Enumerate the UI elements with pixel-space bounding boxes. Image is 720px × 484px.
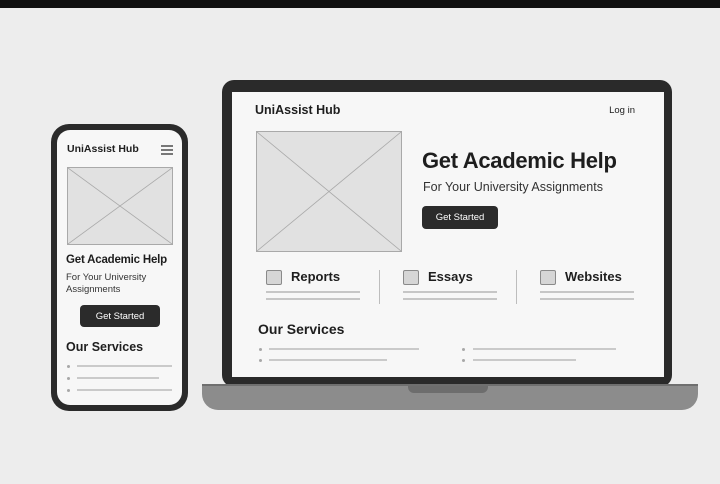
feature-label: Websites	[565, 269, 622, 284]
text-line-placeholder	[266, 298, 360, 300]
text-line-placeholder	[77, 389, 172, 391]
brand-logo[interactable]: UniAssist Hub	[255, 103, 340, 117]
feature-reports[interactable]: Reports	[256, 268, 374, 304]
hero-image-placeholder	[67, 167, 173, 245]
services-heading: Our Services	[66, 340, 144, 354]
hamburger-menu-icon[interactable]	[161, 145, 173, 155]
bullet-icon	[67, 389, 70, 392]
bullet-icon	[67, 377, 70, 380]
hero-subtitle: For Your University Assignments	[423, 180, 603, 194]
text-line-placeholder	[540, 291, 634, 293]
login-link[interactable]: Log in	[609, 105, 635, 116]
text-line-placeholder	[269, 348, 419, 350]
laptop-trackpad-notch	[408, 386, 488, 393]
get-started-button[interactable]: Get Started	[80, 305, 160, 327]
bullet-icon	[259, 348, 262, 351]
websites-icon	[540, 270, 556, 285]
get-started-button[interactable]: Get Started	[422, 206, 498, 229]
feature-websites[interactable]: Websites	[530, 268, 648, 304]
feature-label: Essays	[428, 269, 473, 284]
phone-screen: UniAssist Hub Get Academic Help For Your…	[57, 130, 182, 405]
feature-essays[interactable]: Essays	[393, 268, 511, 304]
bullet-icon	[259, 359, 262, 362]
text-line-placeholder	[269, 359, 387, 361]
text-line-placeholder	[77, 377, 159, 379]
bullet-icon	[67, 365, 70, 368]
text-line-placeholder	[77, 365, 172, 367]
text-line-placeholder	[473, 359, 576, 361]
hero-title: Get Academic Help	[66, 254, 167, 266]
hero-title: Get Academic Help	[422, 148, 617, 173]
text-line-placeholder	[473, 348, 616, 350]
reports-icon	[266, 270, 282, 285]
laptop-screen: UniAssist Hub Log in Get Academic Help F…	[232, 92, 664, 377]
feature-divider	[379, 270, 380, 304]
text-line-placeholder	[266, 291, 360, 293]
text-line-placeholder	[403, 298, 497, 300]
text-line-placeholder	[403, 291, 497, 293]
top-edge-bar	[0, 0, 720, 8]
hero-subtitle: For Your University Assignments	[66, 272, 147, 295]
services-heading: Our Services	[258, 321, 345, 337]
brand-logo[interactable]: UniAssist Hub	[67, 143, 139, 155]
bullet-icon	[462, 359, 465, 362]
bullet-icon	[462, 348, 465, 351]
hero-image-placeholder	[256, 131, 402, 252]
feature-label: Reports	[291, 269, 341, 284]
text-line-placeholder	[540, 298, 634, 300]
feature-divider	[516, 270, 517, 304]
essays-icon	[403, 270, 419, 285]
